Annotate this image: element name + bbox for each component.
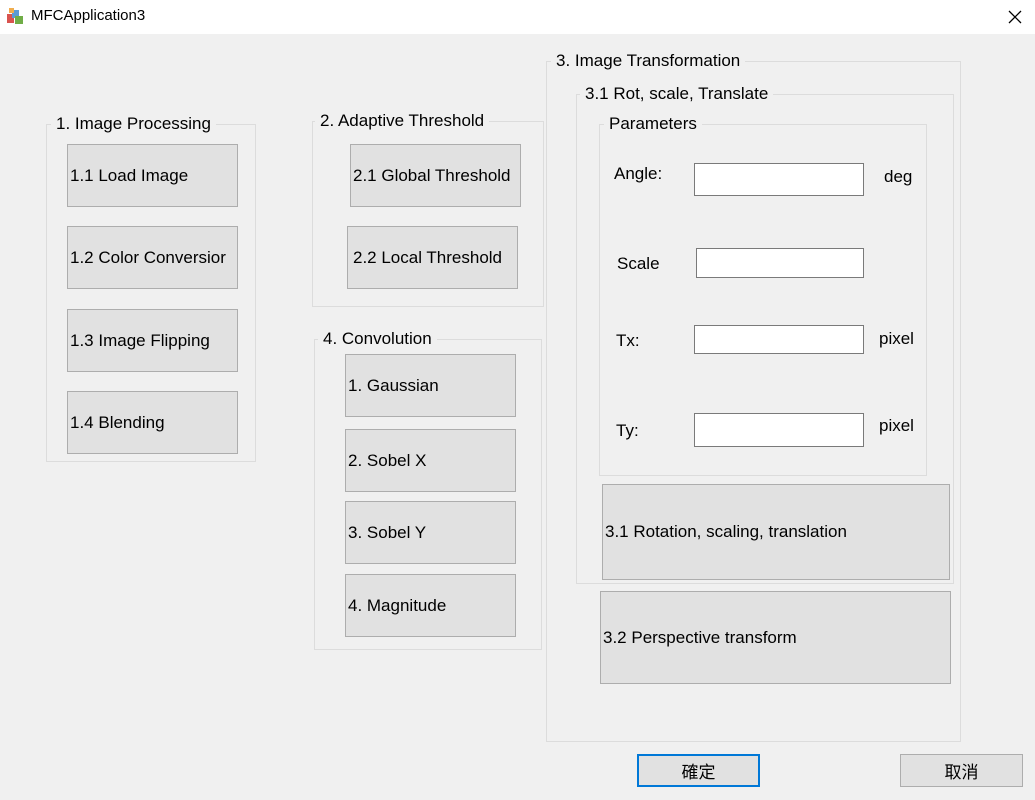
close-button[interactable] — [995, 0, 1035, 34]
ty-label: Ty: — [616, 421, 639, 440]
rotation-scaling-translation-button[interactable]: 3.1 Rotation, scaling, translation — [602, 484, 950, 580]
scale-label: Scale — [617, 254, 660, 273]
window-title: MFCApplication3 — [31, 7, 146, 24]
scale-input[interactable] — [696, 248, 864, 278]
gaussian-button[interactable]: 1. Gaussian — [345, 354, 516, 417]
parameters-group-label: Parameters — [604, 114, 702, 134]
title-bar: MFCApplication3 — [0, 0, 1035, 34]
load-image-button[interactable]: 1.1 Load Image — [67, 144, 238, 207]
image-flipping-button[interactable]: 1.3 Image Flipping — [67, 309, 238, 372]
global-threshold-button[interactable]: 2.1 Global Threshold — [350, 144, 521, 207]
ty-unit-label: pixel — [879, 416, 914, 435]
sobel-x-button[interactable]: 2. Sobel X — [345, 429, 516, 492]
app-icon — [7, 8, 23, 24]
image-processing-group-label: 1. Image Processing — [51, 114, 216, 134]
angle-unit-label: deg — [884, 167, 913, 186]
perspective-transform-button[interactable]: 3.2 Perspective transform — [600, 591, 951, 684]
sobel-y-button[interactable]: 3. Sobel Y — [345, 501, 516, 564]
convolution-group-label: 4. Convolution — [318, 329, 437, 349]
cancel-button[interactable]: 取消 — [900, 754, 1023, 787]
tx-input[interactable] — [694, 325, 864, 354]
angle-label: Angle: — [614, 164, 663, 183]
rot-scale-translate-group-label: 3.1 Rot, scale, Translate — [580, 84, 774, 104]
local-threshold-button[interactable]: 2.2 Local Threshold — [347, 226, 518, 289]
tx-label: Tx: — [616, 331, 640, 350]
image-transformation-group-label: 3. Image Transformation — [551, 51, 746, 71]
ty-input[interactable] — [694, 413, 864, 447]
adaptive-threshold-group-label: 2. Adaptive Threshold — [315, 111, 490, 131]
tx-unit-label: pixel — [879, 329, 914, 348]
ok-button[interactable]: 確定 — [637, 754, 760, 787]
magnitude-button[interactable]: 4. Magnitude — [345, 574, 516, 637]
color-conversion-button[interactable]: 1.2 Color Conversior — [67, 226, 238, 289]
close-icon — [1008, 10, 1022, 24]
angle-input[interactable] — [694, 163, 864, 196]
blending-button[interactable]: 1.4 Blending — [67, 391, 238, 454]
